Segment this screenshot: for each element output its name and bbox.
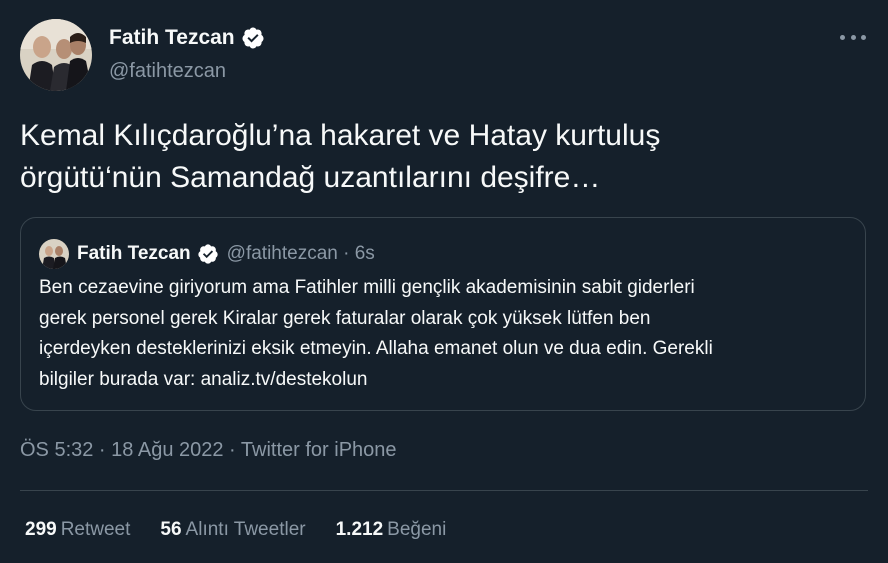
- quoted-body-line: bilgiler burada var: analiz.tv/destekolu…: [39, 368, 368, 390]
- quoted-tweet[interactable]: Fatih Tezcan @fatihtezcan · 6s Ben cezae…: [20, 217, 866, 411]
- quoted-handle-time: @fatihtezcan · 6s: [226, 243, 375, 264]
- quoted-author-name: Fatih Tezcan: [77, 243, 191, 264]
- tweet-text-line: Kemal Kılıçdaroğlu’na hakaret ve Hatay k…: [20, 119, 661, 152]
- quoted-body-line: Ben cezaevine giriyorum ama Fatihler mil…: [39, 277, 695, 298]
- quoted-verified-badge-icon: [198, 244, 218, 264]
- author-handle[interactable]: @fatihtezcan: [109, 60, 265, 83]
- tweet-timestamp[interactable]: ÖS 5:32 · 18 Ağu 2022 · Twitter for iPho…: [20, 439, 397, 462]
- quoted-body-line: içerdeyken desteklerinizi eksik etmeyin.…: [39, 338, 713, 359]
- quoted-author-avatar: [39, 239, 69, 269]
- avatar-photo-icon: [20, 19, 92, 91]
- stat-count: 299: [25, 519, 57, 540]
- stat-label: Beğeni: [387, 519, 447, 540]
- retweet-count[interactable]: 299 Retweet: [25, 519, 130, 541]
- like-count[interactable]: 1.212 Beğeni: [336, 519, 447, 541]
- quoted-tweet-body: Ben cezaevine giriyorum ama Fatihler mil…: [39, 273, 849, 395]
- quoted-body-line: gerek personel gerek Kiralar gerek fatur…: [39, 307, 651, 329]
- quoted-tweet-header: Fatih Tezcan @fatihtezcan · 6s: [39, 239, 375, 269]
- stat-count: 1.212: [335, 519, 384, 540]
- more-options-icon[interactable]: [840, 26, 866, 48]
- author-avatar[interactable]: [20, 19, 92, 91]
- tweet-text-line: örgütü‘nün Samandağ uzantılarını deşifre…: [20, 161, 601, 194]
- engagement-stats: 299 Retweet 56 Alıntı Tweetler 1.212 Beğeni: [25, 519, 476, 541]
- stat-label: Retweet: [60, 519, 131, 540]
- quoted-avatar-photo-icon: [39, 239, 69, 269]
- quote-tweet-count[interactable]: 56 Alıntı Tweetler: [160, 519, 305, 541]
- divider: [20, 490, 868, 491]
- tweet-text: Kemal Kılıçdaroğlu’na hakaret ve Hatay k…: [20, 115, 860, 199]
- verified-badge-icon: [242, 27, 264, 49]
- stat-count: 56: [160, 519, 182, 540]
- stat-label: Alıntı Tweetler: [185, 519, 306, 540]
- author-block: Fatih Tezcan @fatihtezcan: [109, 26, 265, 83]
- author-name[interactable]: Fatih Tezcan: [109, 26, 235, 50]
